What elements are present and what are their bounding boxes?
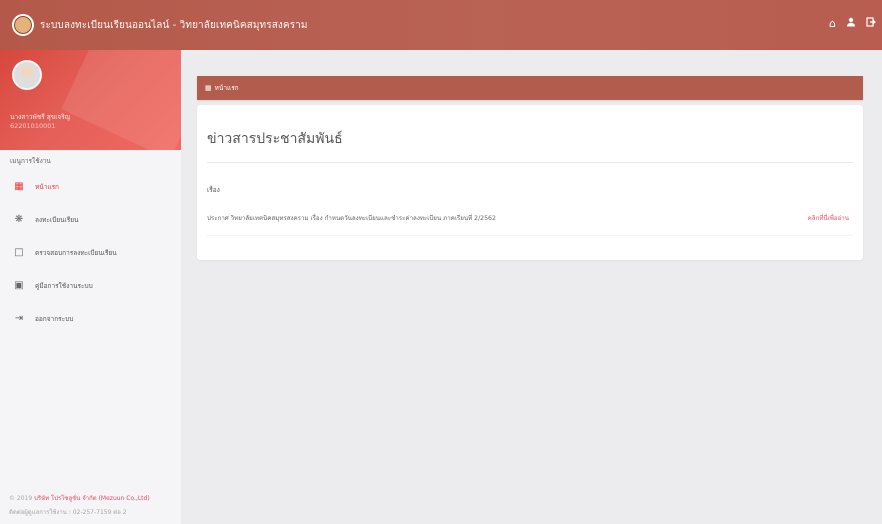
sidebar-item-register[interactable]: ❋ ลงทะเบียนเรียน [0,203,181,236]
app-title: ระบบลงทะเบียนเรียนออนไลน์ - วิทยาลัยเทคน… [40,19,308,31]
sidebar-item-logout[interactable]: ⇥ ออกจากระบบ [0,302,181,335]
avatar [12,60,42,90]
breadcrumb: ▦ หน้าแรก [197,76,863,100]
user-icon[interactable] [846,17,856,29]
sidebar-item-label: คู่มือการใช้งานระบบ [35,281,93,290]
menu-heading: เมนูการใช้งาน [10,157,51,165]
news-item-text: ประกาศ วิทยาลัยเทคนิคสมุทรสงคราม เรื่อง … [207,215,496,222]
clipboard-icon: □ [14,247,24,258]
sidebar-item-label: ออกจากระบบ [35,314,74,323]
college-logo[interactable] [12,14,34,36]
gear-icon: ❋ [14,214,24,225]
footer-company-link[interactable]: บริษัท โปรโซลูชั่น จำกัด (Mezuun Co.,Ltd… [34,495,150,502]
logout-icon: ⇥ [14,313,24,324]
sidebar-item-label: ตรวจสอบการลงทะเบียนเรียน [35,248,117,257]
divider [207,162,853,163]
footer-contact: ติดต่อผู้ดูแลการใช้งาน : 02-257-7159 ต่อ… [9,509,127,516]
breadcrumb-label: หน้าแรก [214,84,239,92]
sidebar-item-manual[interactable]: ▣ คู่มือการใช้งานระบบ [0,269,181,302]
profile-student-id: 62201010001 [10,122,56,130]
home-icon[interactable]: ⌂ [829,18,836,29]
sidebar: นางสาวพัชรี สุขเจริญ 62201010001 เมนูการ… [0,50,181,524]
news-card: ข่าวสารประชาสัมพันธ์ เรื่อง ประกาศ วิทยา… [197,105,863,260]
sidebar-item-label: หน้าแรก [35,182,59,191]
sidebar-item-home[interactable]: ▦ หน้าแรก [0,170,181,203]
dashboard-icon: ▦ [205,84,212,92]
footer-year: © 2019 [9,495,33,502]
footer-copyright: © 2019 บริษัท โปรโซลูชั่น จำกัด (Mezuun … [9,493,150,503]
news-title: ข่าวสารประชาสัมพันธ์ [207,131,343,147]
main-content: ▦ หน้าแรก ข่าวสารประชาสัมพันธ์ เรื่อง ปร… [181,50,882,524]
divider [207,235,853,236]
dashboard-icon: ▦ [14,181,24,192]
top-header: ระบบลงทะเบียนเรียนออนไลน์ - วิทยาลัยเทคน… [0,0,882,50]
header-actions: ⌂ [829,17,876,29]
sidebar-item-check-registration[interactable]: □ ตรวจสอบการลงทะเบียนเรียน [0,236,181,269]
book-icon: ▣ [14,280,24,291]
sidebar-item-label: ลงทะเบียนเรียน [35,215,79,224]
profile-name: นางสาวพัชรี สุขเจริญ [10,113,71,121]
read-more-link[interactable]: คลิกที่นี่เพื่ออ่าน [808,213,849,223]
profile-card: นางสาวพัชรี สุขเจริญ 62201010001 [0,50,181,150]
logout-icon[interactable] [866,17,876,29]
news-subject-header: เรื่อง [207,186,220,194]
